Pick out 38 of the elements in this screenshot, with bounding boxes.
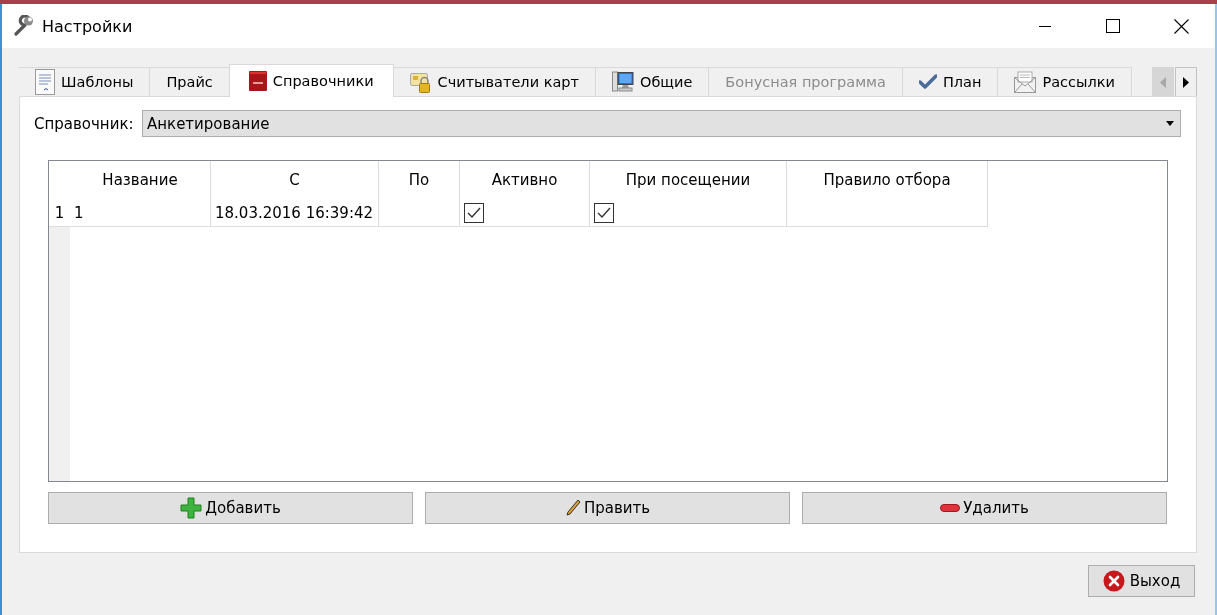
caret-right-icon [1183,76,1189,88]
minus-icon [940,504,961,512]
window-title: Настройки [42,16,133,36]
pencil-icon [564,499,581,517]
caret-left-icon [1160,76,1166,88]
directory-dropdown[interactable]: Анкетирование [142,110,1181,137]
close-icon [1173,18,1189,34]
document-icon [35,69,55,95]
directory-label: Справочник: [34,114,135,133]
envelope-icon [1014,71,1037,93]
column-header[interactable]: Активно [460,161,590,199]
action-button[interactable]: Удалить [802,492,1167,524]
tab[interactable]: Справочники [228,64,394,97]
checkbox[interactable] [594,202,614,223]
table-cell: 18.03.2016 16:39:42 [215,203,374,222]
column-header[interactable]: С [211,161,379,199]
tab-scroll-right-button[interactable] [1175,67,1197,97]
action-button[interactable]: Добавить [48,492,413,524]
tab[interactable]: Шаблоны [19,67,151,97]
column-header[interactable]: Правило отбора [787,161,988,199]
checkbox[interactable] [464,202,484,223]
column-header[interactable]: При посещении [590,161,787,199]
table-cell: 1 [74,203,84,222]
tab[interactable]: Рассылки [997,67,1132,97]
minimize-icon [1039,25,1051,27]
check-icon [918,74,937,90]
exit-button[interactable]: Выход [1088,565,1195,597]
maximize-icon [1106,19,1120,33]
book-icon [248,71,267,91]
column-header[interactable]: По [379,161,460,199]
card-lock-icon [409,71,432,93]
action-button[interactable]: Править [425,492,790,524]
computer-icon [611,71,634,93]
plus-icon [180,497,203,519]
column-header[interactable]: Название [70,161,211,199]
caret-down-icon [1166,121,1174,126]
close-circle-icon [1102,570,1125,592]
wrench-icon [13,15,35,37]
